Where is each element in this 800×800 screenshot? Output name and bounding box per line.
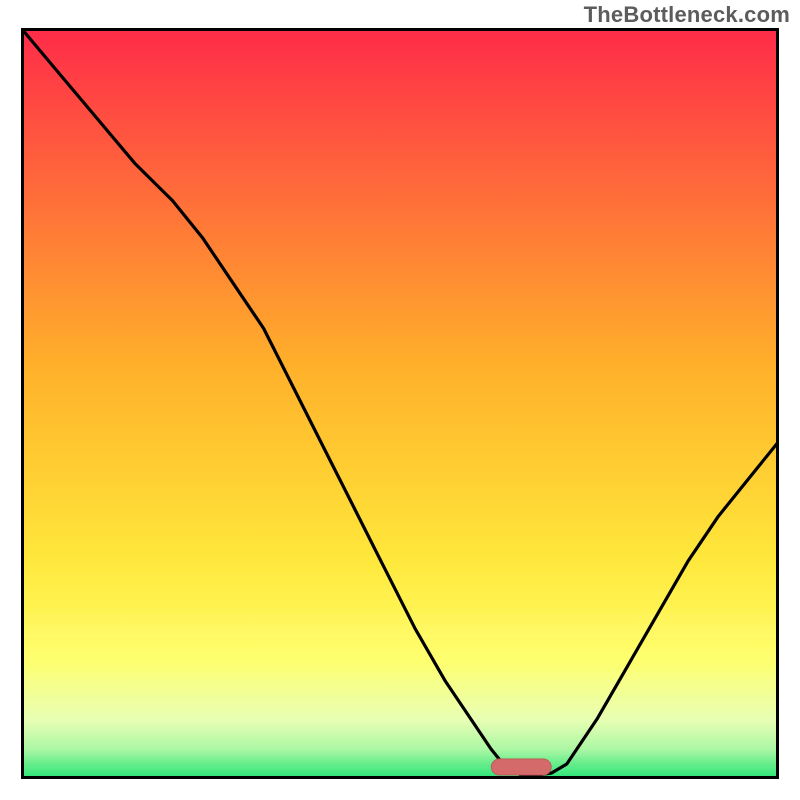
bottom-bands: [21, 614, 779, 779]
optimum-marker: [491, 759, 551, 775]
attribution-label: TheBottleneck.com: [584, 2, 790, 28]
bottleneck-plot: [21, 28, 779, 779]
plot-svg: [21, 28, 779, 779]
